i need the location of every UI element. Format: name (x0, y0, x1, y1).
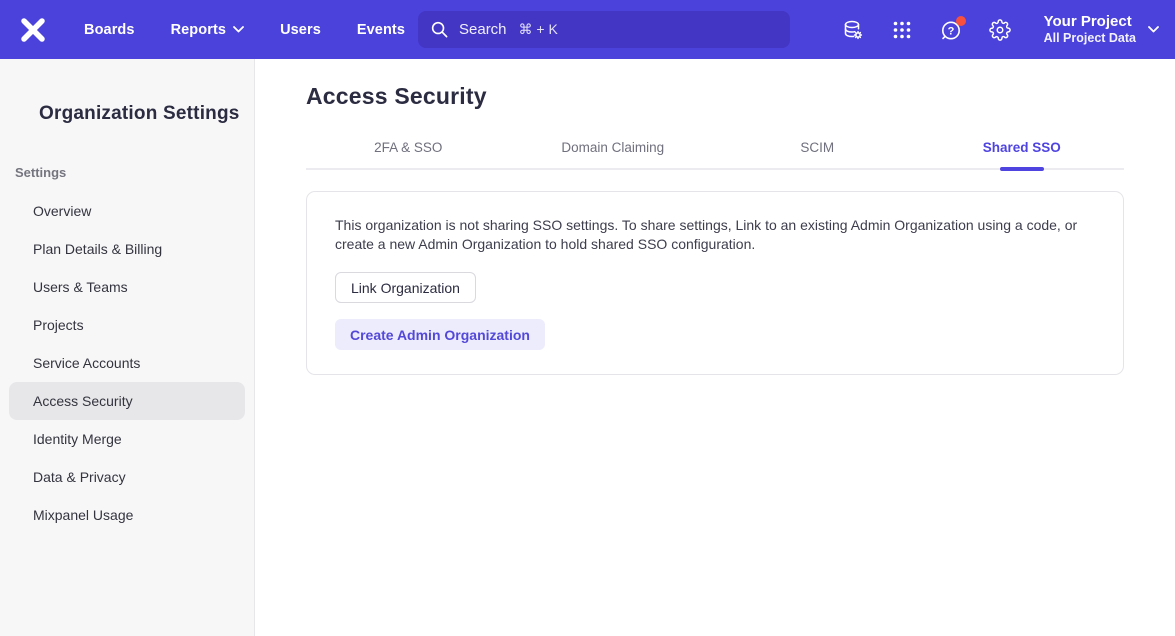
topbar: Boards Reports Users Events Search ⌘ + K (0, 0, 1175, 59)
tab-bar: 2FA & SSO Domain Claiming SCIM Shared SS… (306, 126, 1124, 170)
main-content: Access Security 2FA & SSO Domain Claimin… (256, 59, 1175, 636)
project-scope: All Project Data (1044, 31, 1136, 46)
nav-label: Boards (84, 22, 135, 38)
nav-label: Reports (171, 22, 227, 38)
topbar-actions: ? Your Project All Project Data (842, 13, 1159, 46)
tab-label: 2FA & SSO (374, 140, 442, 155)
sidebar-item-projects[interactable]: Projects (9, 306, 245, 344)
link-organization-button[interactable]: Link Organization (335, 272, 476, 303)
sidebar-item-data-privacy[interactable]: Data & Privacy (9, 458, 245, 496)
page-title: Access Security (306, 83, 1124, 110)
nav-item-events[interactable]: Events (357, 22, 405, 38)
notification-badge (956, 16, 966, 26)
tab-label: SCIM (800, 140, 834, 155)
sidebar-section-label: Settings (15, 165, 254, 180)
sidebar-title: Organization Settings (39, 103, 254, 125)
shared-sso-card: This organization is not sharing SSO set… (306, 191, 1124, 375)
mixpanel-logo[interactable] (18, 15, 48, 45)
sidebar-nav: Overview Plan Details & Billing Users & … (0, 192, 254, 534)
sidebar-item-users-teams[interactable]: Users & Teams (9, 268, 245, 306)
nav-label: Users (280, 22, 321, 38)
sidebar-item-service-accounts[interactable]: Service Accounts (9, 344, 245, 382)
nav-item-boards[interactable]: Boards (84, 22, 135, 38)
settings-sidebar: Organization Settings Settings Overview … (0, 59, 255, 636)
search-icon (430, 20, 449, 39)
project-labels: Your Project All Project Data (1044, 13, 1136, 46)
nav-item-reports[interactable]: Reports (171, 22, 245, 38)
tab-scim[interactable]: SCIM (715, 126, 920, 168)
project-switcher[interactable]: Your Project All Project Data (1044, 13, 1159, 46)
nav-label: Events (357, 22, 405, 38)
chevron-down-icon (1148, 26, 1159, 33)
sidebar-item-identity-merge[interactable]: Identity Merge (9, 420, 245, 458)
svg-text:?: ? (947, 25, 954, 37)
apps-grid-icon[interactable] (891, 19, 913, 41)
nav-item-users[interactable]: Users (280, 22, 321, 38)
sidebar-item-plan-details-billing[interactable]: Plan Details & Billing (9, 230, 245, 268)
sidebar-item-mixpanel-usage[interactable]: Mixpanel Usage (9, 496, 245, 534)
data-pipeline-icon[interactable] (842, 19, 864, 41)
sidebar-item-overview[interactable]: Overview (9, 192, 245, 230)
top-navigation: Boards Reports Users Events (84, 22, 405, 38)
search-shortcut: ⌘ + K (519, 21, 558, 38)
project-name: Your Project (1044, 13, 1136, 31)
chevron-down-icon (233, 26, 244, 33)
shared-sso-description: This organization is not sharing SSO set… (335, 216, 1095, 254)
help-icon[interactable]: ? (940, 19, 962, 41)
settings-gear-icon[interactable] (989, 19, 1011, 41)
create-admin-organization-button[interactable]: Create Admin Organization (335, 319, 545, 350)
search-placeholder: Search (459, 21, 507, 38)
active-tab-indicator (1000, 167, 1044, 171)
sidebar-item-access-security[interactable]: Access Security (9, 382, 245, 420)
tab-label: Shared SSO (983, 140, 1061, 155)
tab-domain-claiming[interactable]: Domain Claiming (511, 126, 716, 168)
tab-2fa-sso[interactable]: 2FA & SSO (306, 126, 511, 168)
search-input[interactable]: Search ⌘ + K (418, 11, 790, 48)
tab-label: Domain Claiming (561, 140, 664, 155)
tab-shared-sso[interactable]: Shared SSO (920, 126, 1125, 168)
